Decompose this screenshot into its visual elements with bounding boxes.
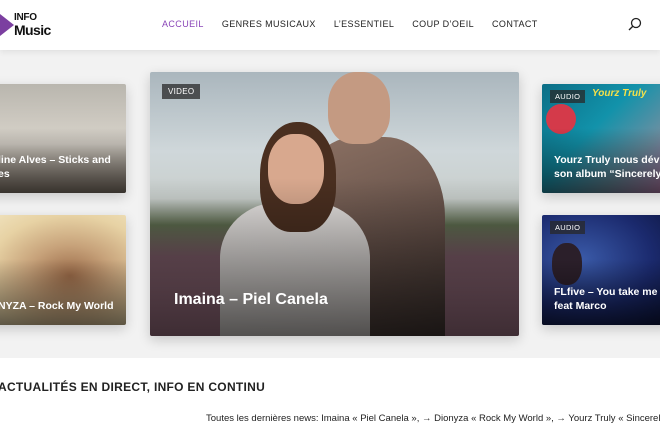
nav-item-genres[interactable]: GENRES MUSICAUX — [222, 19, 316, 29]
logo-triangle — [0, 14, 14, 36]
card-title: Yourz Truly nous dév son album “Sincerel… — [554, 154, 660, 180]
card-yourz-truly[interactable]: Yourz Truly AUDIO Yourz Truly nous dév s… — [542, 84, 660, 193]
main-nav: ACCUEIL GENRES MUSICAUX L’ESSENTIEL COUP… — [162, 19, 538, 29]
card-sticks-and-stones[interactable]: line Alves – Sticks and es — [0, 84, 126, 193]
news-ticker[interactable]: Toutes les dernières news: Imaina « Piel… — [206, 413, 660, 424]
site-header: INFO Music ACCUEIL GENRES MUSICAUX L’ESS… — [0, 0, 660, 50]
card-you-take-me[interactable]: AUDIO FLfive – You take me feat Marco — [542, 215, 660, 325]
card-title: Imaina – Piel Canela — [174, 291, 328, 308]
section-heading: ACTUALITÉS EN DIRECT, INFO EN CONTINU — [0, 380, 266, 394]
nav-item-coup-doeil[interactable]: COUP D’OEIL — [412, 19, 474, 29]
video-badge: VIDEO — [162, 84, 201, 99]
nav-item-contact[interactable]: CONTACT — [492, 19, 538, 29]
audio-badge: AUDIO — [550, 221, 586, 234]
card-piel-canela[interactable]: VIDEO Imaina – Piel Canela — [150, 72, 519, 336]
nav-item-essentiel[interactable]: L’ESSENTIEL — [334, 19, 394, 29]
site-logo[interactable]: INFO Music — [0, 10, 64, 40]
card-rock-my-world[interactable]: NYZA – Rock My World — [0, 215, 126, 325]
card-title: FLfive – You take me feat Marco — [554, 286, 658, 312]
audio-badge: AUDIO — [550, 90, 586, 103]
card-title: line Alves – Sticks and es — [0, 154, 111, 180]
search-icon[interactable] — [628, 17, 642, 31]
card-title: NYZA – Rock My World — [0, 300, 114, 312]
card-overlay-text: Yourz Truly — [592, 88, 647, 99]
nav-item-accueil[interactable]: ACCUEIL — [162, 19, 204, 29]
logo-line2: Music — [14, 22, 51, 38]
